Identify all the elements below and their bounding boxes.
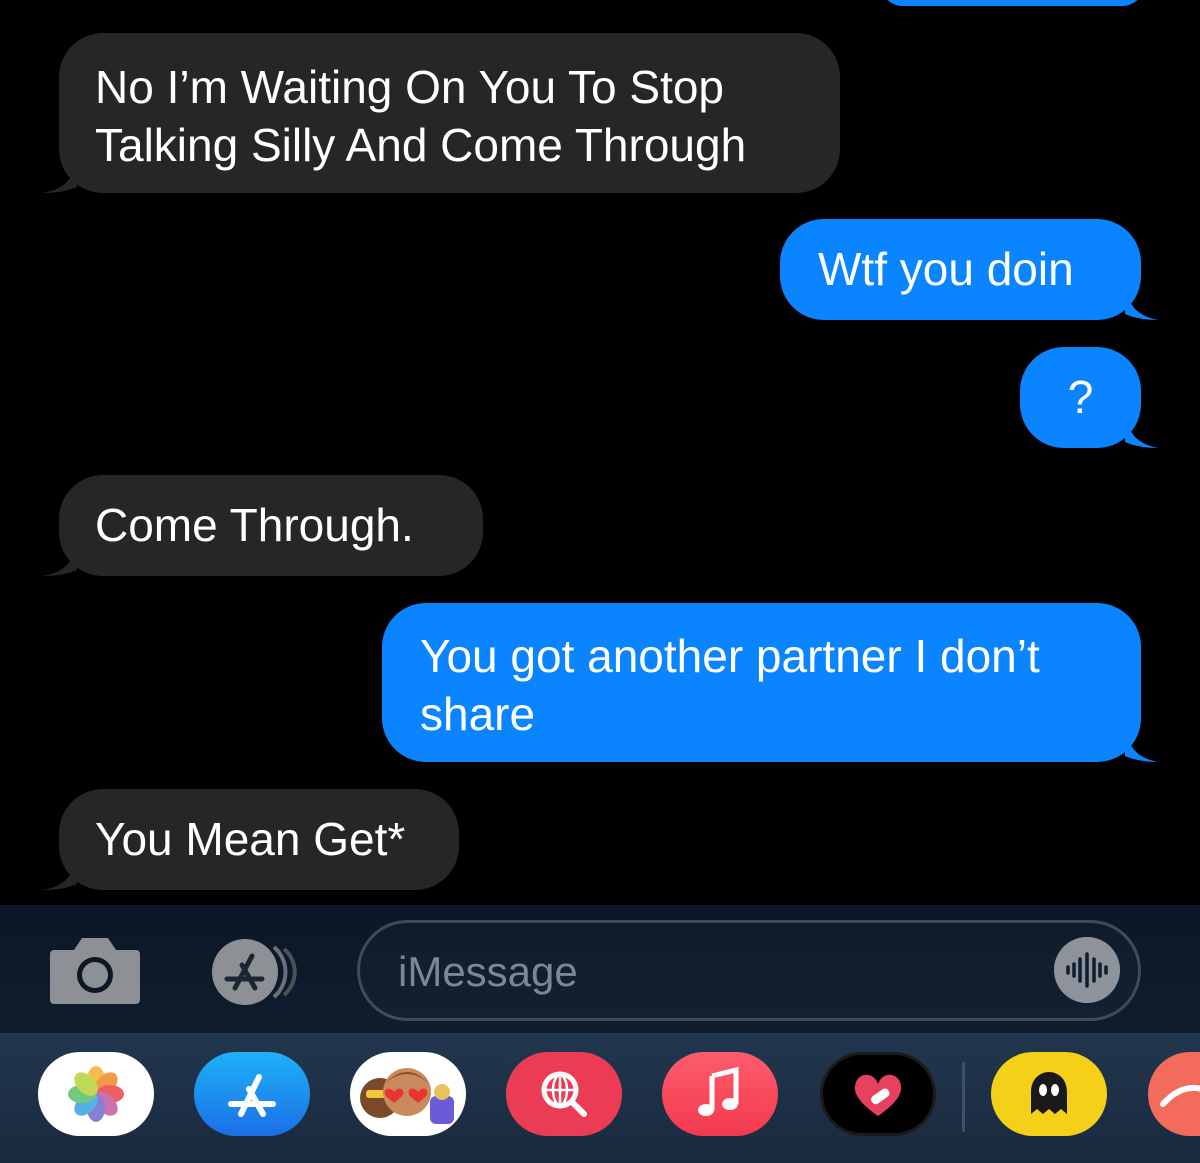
sent-message[interactable]: Wtf you doin [780, 219, 1159, 320]
photos-app-icon[interactable] [38, 1052, 154, 1136]
tray-divider [962, 1062, 965, 1132]
audio-waveform-icon[interactable] [1054, 937, 1120, 1003]
message-line: share [420, 688, 536, 740]
bubble-tail [43, 159, 77, 193]
received-message[interactable]: Come Through. [43, 475, 483, 576]
partial-sent-bubble [880, 0, 1145, 6]
imessage-field[interactable] [357, 920, 1141, 1021]
memoji-stickers-app-icon[interactable] [350, 1052, 466, 1136]
message-line: You got another partner I don’t [420, 630, 1040, 682]
message-line: Come Through. [95, 499, 414, 551]
message-line: You Mean Get* [95, 813, 406, 865]
bubble-tail [1125, 728, 1159, 762]
received-message[interactable]: No I’m Waiting On You To Stop Talking Si… [43, 33, 840, 193]
message-line: Wtf you doin [818, 243, 1074, 295]
bubble-tail [1125, 286, 1159, 320]
message-input[interactable] [396, 943, 1000, 1001]
image-search-app-icon[interactable] [506, 1052, 622, 1136]
app-store-app-icon[interactable] [194, 1052, 310, 1136]
sent-message[interactable]: You got another partner I don’t share [382, 603, 1159, 762]
bubble-tail [43, 856, 77, 890]
music-app-icon[interactable] [662, 1052, 778, 1136]
app-store-icon[interactable] [202, 937, 312, 1007]
heart-stickers-app-icon[interactable] [820, 1052, 936, 1136]
message-line: Talking Silly And Come Through [95, 119, 747, 171]
sent-message[interactable]: ? [1020, 347, 1159, 448]
message-line: No I’m Waiting On You To Stop [95, 61, 725, 113]
bubble-tail [43, 542, 77, 576]
received-message[interactable]: You Mean Get* [43, 789, 459, 890]
bubble-tail [1125, 414, 1159, 448]
message-line: ? [1067, 371, 1094, 423]
ghost-app-icon[interactable] [991, 1052, 1107, 1136]
camera-icon[interactable] [48, 934, 142, 1006]
